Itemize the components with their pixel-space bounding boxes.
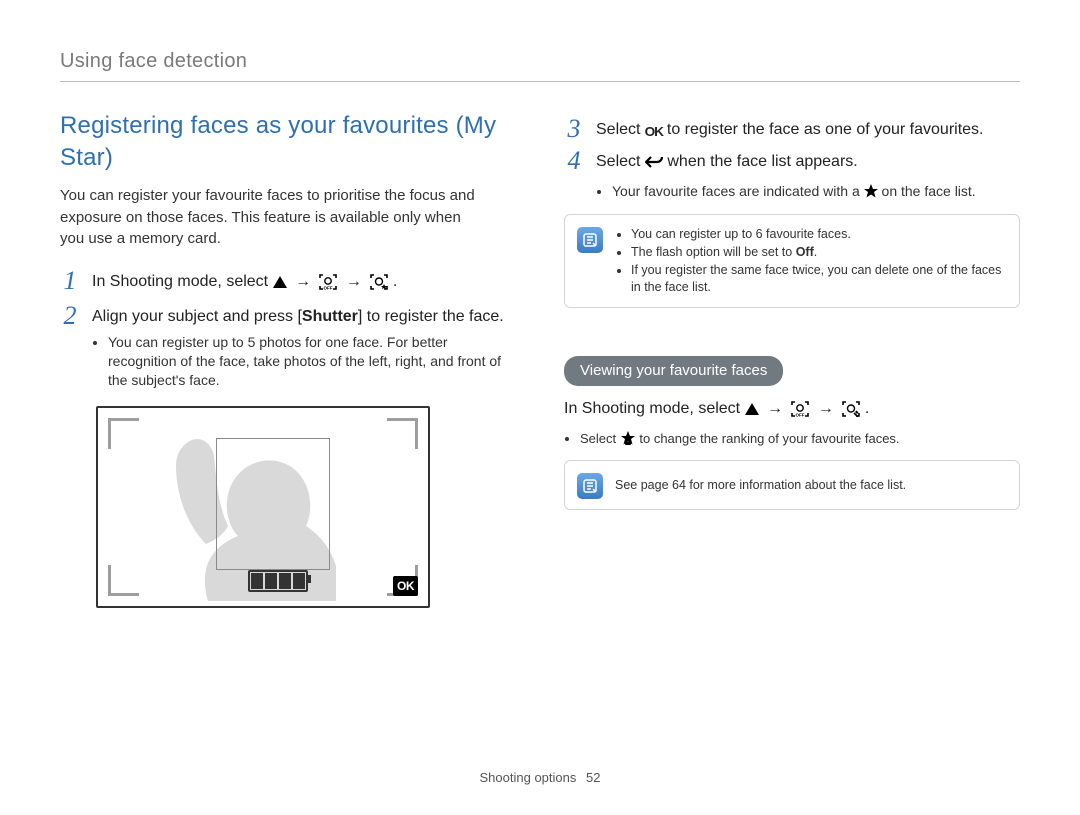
step-number: 2 <box>60 303 80 392</box>
step-number: 4 <box>564 148 584 204</box>
step-4-text-a: Select <box>596 153 645 170</box>
step-4-text-b: when the face list appears. <box>667 153 857 170</box>
note-icon <box>577 227 603 253</box>
battery-icon <box>248 570 308 592</box>
star-icon <box>864 184 878 203</box>
step-2-text-b: ] to register the face. <box>358 308 504 325</box>
footer-page-number: 52 <box>586 770 600 785</box>
step-3: 3 Select OK to register the face as one … <box>564 116 1020 142</box>
note1-li2-a: The flash option will be set to <box>631 245 796 259</box>
note-icon <box>577 473 603 499</box>
note2-text: See page 64 for more information about t… <box>615 477 906 494</box>
step-3-text-b: to register the face as one of your favo… <box>662 121 983 138</box>
right-column: 3 Select OK to register the face as one … <box>564 110 1020 608</box>
page-footer: Shooting options 52 <box>0 769 1080 787</box>
footer-section: Shooting options <box>480 770 577 785</box>
note1-li1: You can register up to 6 favourite faces… <box>631 226 1007 243</box>
view-bullet-a: Select <box>580 431 620 446</box>
section-lead: You can register your favourite faces to… <box>60 185 480 250</box>
step-1: 1 In Shooting mode, select → OFF <box>60 268 516 297</box>
note-box: See page 64 for more information about t… <box>564 460 1020 510</box>
note1-li2-bold: Off <box>796 245 814 259</box>
shutter-label: Shutter <box>302 308 358 325</box>
note1-li3: If you register the same face twice, you… <box>631 262 1007 296</box>
view-bullet: Select to change the ranking of your fav… <box>580 430 1020 451</box>
step-4-bullet-b: on the face list. <box>882 183 976 199</box>
step-number: 1 <box>60 268 80 297</box>
step-1-text: In Shooting mode, select <box>92 273 273 290</box>
arrow-icon: → <box>291 271 315 293</box>
section-title: Registering faces as your favourites (My… <box>60 110 516 175</box>
ok-icon: OK <box>644 123 662 141</box>
svg-text:OFF: OFF <box>796 413 805 418</box>
focus-bracket-icon <box>108 418 139 449</box>
arrow-icon: → <box>763 398 787 420</box>
step-2: 2 Align your subject and press [Shutter]… <box>60 303 516 392</box>
view-text-prefix: In Shooting mode, select <box>564 400 745 417</box>
step-4: 4 Select when the face list appears. <box>564 148 1020 204</box>
arrow-icon: → <box>814 398 838 420</box>
note1-li2: The flash option will be set to Off. <box>631 244 1007 261</box>
left-column: Registering faces as your favourites (My… <box>60 110 516 608</box>
arrow-icon: → <box>342 271 366 293</box>
viewfinder-illustration: OK <box>96 406 430 608</box>
step-2-text-a: Align your subject and press [ <box>92 308 302 325</box>
face-detect-off-icon: OFF <box>319 274 337 297</box>
step-4-bullet: Your favourite faces are indicated with … <box>612 182 976 203</box>
face-mystar-icon <box>370 274 388 297</box>
face-detection-box <box>216 438 330 570</box>
view-bullet-b: to change the ranking of your favourite … <box>639 431 899 446</box>
face-list-edit-icon <box>842 401 860 424</box>
star-rank-icon <box>620 430 636 451</box>
svg-text:OFF: OFF <box>324 286 333 291</box>
face-detect-off-icon: OFF <box>791 401 809 424</box>
note-box: You can register up to 6 favourite faces… <box>564 214 1020 308</box>
step-4-bullet-a: Your favourite faces are indicated with … <box>612 183 864 199</box>
step-3-text-a: Select <box>596 121 645 138</box>
note1-li2-b: . <box>814 245 817 259</box>
step-number: 3 <box>564 116 584 142</box>
up-triangle-icon <box>745 403 759 415</box>
running-header: Using face detection <box>60 48 1020 82</box>
ok-badge-icon: OK <box>393 576 418 596</box>
up-triangle-icon <box>273 276 287 288</box>
focus-bracket-icon <box>387 418 418 449</box>
step-2-bullet: You can register up to 5 photos for one … <box>108 333 516 390</box>
back-icon <box>645 154 663 176</box>
focus-bracket-icon <box>108 565 139 596</box>
step-1-suffix: . <box>393 273 397 290</box>
subsection-pill: Viewing your favourite faces <box>564 356 783 386</box>
view-text-suffix: . <box>865 400 869 417</box>
